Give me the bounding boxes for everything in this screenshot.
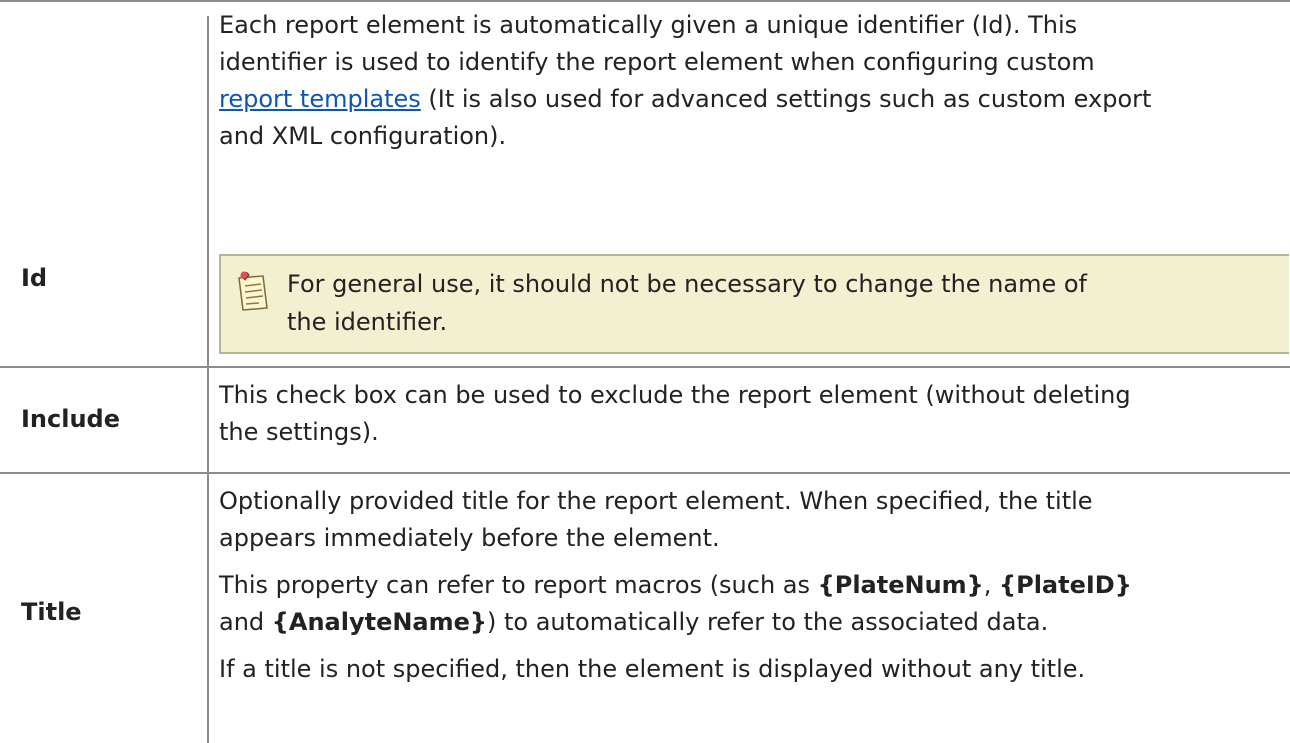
text-span: This property can refer to report macros… bbox=[219, 571, 818, 599]
text-line: and XML configuration). bbox=[219, 122, 507, 150]
note-icon bbox=[238, 271, 268, 311]
row-label-id: Id bbox=[21, 264, 48, 292]
text-line: and {AnalyteName}) to automatically refe… bbox=[219, 604, 1280, 641]
row-divider bbox=[0, 472, 1290, 474]
include-description: This check box can be used to exclude th… bbox=[219, 377, 1280, 451]
properties-table: Id Each report element is automatically … bbox=[0, 0, 1290, 743]
macro-analytename: {AnalyteName} bbox=[271, 608, 487, 636]
text-span: , bbox=[983, 571, 1000, 599]
text-line: Each report element is automatically giv… bbox=[219, 11, 1078, 39]
text-line: the settings). bbox=[219, 418, 379, 446]
text-line: Optionally provided title for the report… bbox=[219, 487, 1093, 515]
text-line: report templates (It is also used for ad… bbox=[219, 81, 1280, 118]
title-description: Optionally provided title for the report… bbox=[219, 483, 1280, 688]
report-templates-link[interactable]: report templates bbox=[219, 85, 421, 113]
text-span: (It is also used for advanced settings s… bbox=[420, 85, 1152, 113]
row-label-include: Include bbox=[21, 405, 121, 433]
note-line: For general use, it should not be necess… bbox=[287, 270, 1087, 298]
macro-plateid: {PlateID} bbox=[999, 571, 1132, 599]
text-line: appears immediately before the element. bbox=[219, 524, 720, 552]
id-description: Each report element is automatically giv… bbox=[219, 7, 1280, 155]
text-line: This check box can be used to exclude th… bbox=[219, 381, 1131, 409]
text-line: If a title is not specified, then the el… bbox=[219, 655, 1086, 683]
text-line: identifier is used to identify the repor… bbox=[219, 48, 1095, 76]
macro-platenum: {PlateNum} bbox=[817, 571, 984, 599]
column-divider bbox=[207, 16, 209, 743]
note-line: the identifier. bbox=[287, 308, 448, 336]
row-divider bbox=[0, 366, 1290, 368]
note-box: For general use, it should not be necess… bbox=[219, 254, 1289, 354]
row-label-title: Title bbox=[21, 598, 82, 626]
text-line: This property can refer to report macros… bbox=[219, 567, 1280, 604]
note-text: For general use, it should not be necess… bbox=[287, 265, 1087, 341]
text-span: ) to automatically refer to the associat… bbox=[487, 608, 1049, 636]
text-span: and bbox=[219, 608, 272, 636]
